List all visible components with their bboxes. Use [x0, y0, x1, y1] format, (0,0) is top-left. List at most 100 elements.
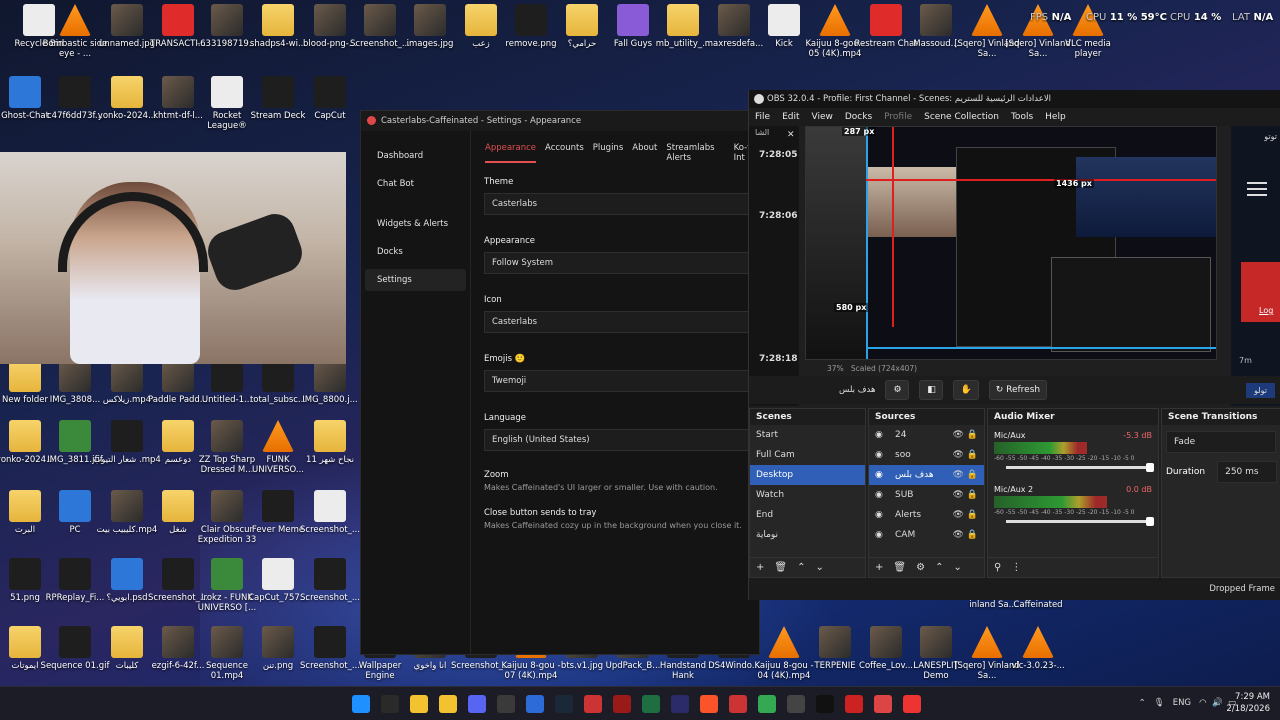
visibility-icon[interactable]: 👁 🔒: [953, 505, 979, 525]
taskbar-app-icon[interactable]: [642, 695, 660, 713]
visibility-icon[interactable]: 👁 🔒: [953, 445, 979, 465]
sidebar-item-settings[interactable]: Settings: [365, 269, 466, 291]
obs-preview[interactable]: 1436 px 580 px 287 px: [805, 126, 1217, 360]
tab-plugins[interactable]: Plugins: [593, 143, 623, 163]
emojis-select[interactable]: Twemoji: [484, 370, 759, 392]
scene-item[interactable]: نوماية: [750, 525, 865, 545]
taskbar-app-icon[interactable]: [758, 695, 776, 713]
scene-item[interactable]: Full Cam: [750, 445, 865, 465]
trash-icon[interactable]: 🗑: [893, 562, 906, 573]
settings-button[interactable]: ⚙: [885, 380, 910, 400]
visibility-icon[interactable]: 👁 🔒: [953, 525, 979, 545]
up-icon[interactable]: ⌃: [797, 562, 805, 573]
scene-item[interactable]: Start: [750, 425, 865, 445]
right-tab[interactable]: تولو: [1246, 382, 1275, 398]
taskbar-app-icon[interactable]: [874, 695, 892, 713]
desktop-icon[interactable]: Screenshot_...: [295, 490, 365, 535]
transition-select[interactable]: Fade: [1166, 431, 1276, 453]
taskbar-app-icon[interactable]: [903, 695, 921, 713]
menu-dots-icon[interactable]: ⋮: [1011, 562, 1021, 573]
refresh-button[interactable]: ↻ Refresh: [988, 380, 1048, 400]
menu-profile[interactable]: Profile: [884, 112, 912, 122]
taskbar-app-icon[interactable]: [787, 695, 805, 713]
source-item[interactable]: ◉ SUB 👁 🔒: [869, 485, 984, 505]
taskbar-app-icon[interactable]: [584, 695, 602, 713]
desktop-icon[interactable]: IMG_8800.j...: [295, 360, 365, 405]
scene-item[interactable]: End: [750, 505, 865, 525]
source-item[interactable]: ◉ Alerts 👁 🔒: [869, 505, 984, 525]
tab-streamlabs[interactable]: Streamlabs Alerts: [666, 143, 724, 163]
language-indicator[interactable]: ENG: [1173, 698, 1191, 708]
volume-slider[interactable]: [1006, 463, 1154, 472]
sidebar-item-dashboard[interactable]: Dashboard: [365, 145, 466, 167]
link-icon[interactable]: ⚲: [994, 562, 1001, 573]
close-to-tray-label[interactable]: Close button sends to tray: [484, 508, 759, 518]
taskbar-app-icon[interactable]: [497, 695, 515, 713]
language-select[interactable]: English (United States): [484, 429, 759, 451]
wifi-icon[interactable]: ◠: [1199, 698, 1206, 708]
taskbar-app-icon[interactable]: [729, 695, 747, 713]
filter-button[interactable]: ◧: [919, 380, 944, 400]
add-icon[interactable]: +: [875, 562, 883, 573]
close-icon[interactable]: ✕: [787, 130, 795, 140]
menu-tools[interactable]: Tools: [1011, 112, 1033, 122]
volume-icon[interactable]: 🔊: [1212, 698, 1223, 708]
source-item[interactable]: ◉ هدف بلس 👁 🔒: [869, 465, 984, 485]
gear-icon[interactable]: ⚙: [916, 562, 925, 573]
desktop-icon[interactable]: Screenshot_...: [295, 558, 365, 603]
tab-appearance[interactable]: Appearance: [485, 143, 537, 163]
sidebar-item-widgets[interactable]: Widgets & Alerts: [365, 213, 466, 235]
scene-item[interactable]: Desktop: [750, 465, 865, 485]
trash-icon[interactable]: 🗑: [774, 562, 787, 573]
theme-select[interactable]: Casterlabs: [484, 193, 759, 215]
source-item[interactable]: ◉ 24 👁 🔒: [869, 425, 984, 445]
down-icon[interactable]: ⌄: [953, 562, 961, 573]
menu-view[interactable]: View: [812, 112, 833, 122]
menu-edit[interactable]: Edit: [782, 112, 799, 122]
menu-docks[interactable]: Docks: [845, 112, 872, 122]
taskbar-app-icon[interactable]: [613, 695, 631, 713]
add-icon[interactable]: +: [756, 562, 764, 573]
volume-slider[interactable]: [1006, 517, 1154, 526]
interact-button[interactable]: ✋: [953, 380, 979, 400]
taskbar-app-icon[interactable]: [816, 695, 834, 713]
icon-select[interactable]: Casterlabs: [484, 311, 759, 333]
tab-about[interactable]: About: [632, 143, 657, 163]
chevron-up-icon[interactable]: ⌃: [1139, 698, 1146, 708]
source-item[interactable]: ◉ soo 👁 🔒: [869, 445, 984, 465]
scene-item[interactable]: Watch: [750, 485, 865, 505]
sidebar-item-chat-bot[interactable]: Chat Bot: [365, 173, 466, 195]
clock[interactable]: 7:29 AM 2/18/2026: [1226, 691, 1270, 715]
desktop-icon[interactable]: vlc-3.0.23-...: [1003, 626, 1073, 671]
menu-scene-collection[interactable]: Scene Collection: [924, 112, 999, 122]
taskbar-app-icon[interactable]: [410, 695, 428, 713]
login-panel: Log: [1241, 262, 1280, 322]
desktop-icon[interactable]: نجاح شهر 11: [295, 420, 365, 465]
sidebar-item-docks[interactable]: Docks: [365, 241, 466, 263]
taskbar-app-icon[interactable]: [381, 695, 399, 713]
login-link[interactable]: Log: [1259, 306, 1273, 315]
menu-help[interactable]: Help: [1045, 112, 1066, 122]
tab-accounts[interactable]: Accounts: [545, 143, 584, 163]
desktop-icon[interactable]: CapCut: [295, 76, 365, 121]
hamburger-icon[interactable]: [1247, 182, 1267, 196]
source-item[interactable]: ◉ CAM 👁 🔒: [869, 525, 984, 545]
up-icon[interactable]: ⌃: [935, 562, 943, 573]
menu-file[interactable]: File: [755, 112, 770, 122]
chat-dock: الشا 7:28:05 7:28:06 7:28:18 ✕: [749, 126, 799, 406]
taskbar-app-icon[interactable]: [700, 695, 718, 713]
visibility-icon[interactable]: 👁 🔒: [953, 425, 979, 445]
mic-icon[interactable]: 🎙: [1154, 698, 1165, 708]
duration-input[interactable]: 250 ms: [1217, 461, 1278, 483]
appearance-select[interactable]: Follow System: [484, 252, 759, 274]
taskbar-app-icon[interactable]: [555, 695, 573, 713]
taskbar-app-icon[interactable]: [526, 695, 544, 713]
down-icon[interactable]: ⌄: [815, 562, 823, 573]
taskbar-app-icon[interactable]: [671, 695, 689, 713]
taskbar-app-icon[interactable]: [352, 695, 370, 713]
taskbar-app-icon[interactable]: [845, 695, 863, 713]
visibility-icon[interactable]: 👁 🔒: [953, 465, 979, 485]
taskbar-app-icon[interactable]: [439, 695, 457, 713]
visibility-icon[interactable]: 👁 🔒: [953, 485, 979, 505]
taskbar-app-icon[interactable]: [468, 695, 486, 713]
